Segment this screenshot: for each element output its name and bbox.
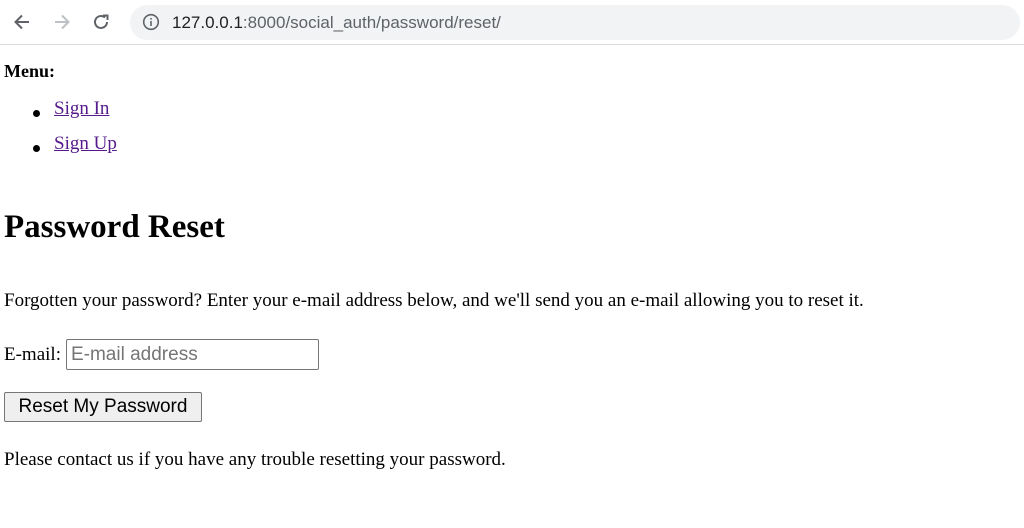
info-icon[interactable] bbox=[142, 13, 160, 31]
sign-up-link[interactable]: Sign Up bbox=[54, 133, 117, 155]
arrow-right-icon bbox=[55, 14, 70, 30]
browser-toolbar: 127.0.0.1:8000/social_auth/password/rese… bbox=[0, 0, 1024, 45]
email-row: E-mail: bbox=[4, 339, 319, 370]
reload-icon bbox=[94, 14, 109, 29]
reset-password-button[interactable]: Reset My Password bbox=[4, 392, 202, 422]
reload-button[interactable] bbox=[89, 10, 113, 34]
url-text[interactable]: 127.0.0.1:8000/social_auth/password/rese… bbox=[172, 5, 501, 40]
address-bar[interactable]: 127.0.0.1:8000/social_auth/password/rese… bbox=[130, 5, 1020, 40]
intro-text: Forgotten your password? Enter your e-ma… bbox=[4, 290, 864, 311]
menu-label: Menu: bbox=[4, 61, 55, 81]
page-title: Password Reset bbox=[4, 209, 225, 245]
sign-in-link[interactable]: Sign In bbox=[54, 98, 109, 120]
email-label: E-mail: bbox=[4, 343, 61, 365]
url-host: 127.0.0.1 bbox=[172, 13, 243, 32]
bullet bbox=[33, 110, 40, 117]
back-button[interactable] bbox=[10, 10, 34, 34]
arrow-left-icon bbox=[14, 14, 29, 30]
url-path: :8000/social_auth/password/reset/ bbox=[242, 13, 501, 32]
email-input[interactable] bbox=[65, 339, 319, 370]
forward-button[interactable] bbox=[50, 10, 74, 34]
contact-text: Please contact us if you have any troubl… bbox=[4, 449, 506, 470]
bullet bbox=[33, 145, 40, 152]
